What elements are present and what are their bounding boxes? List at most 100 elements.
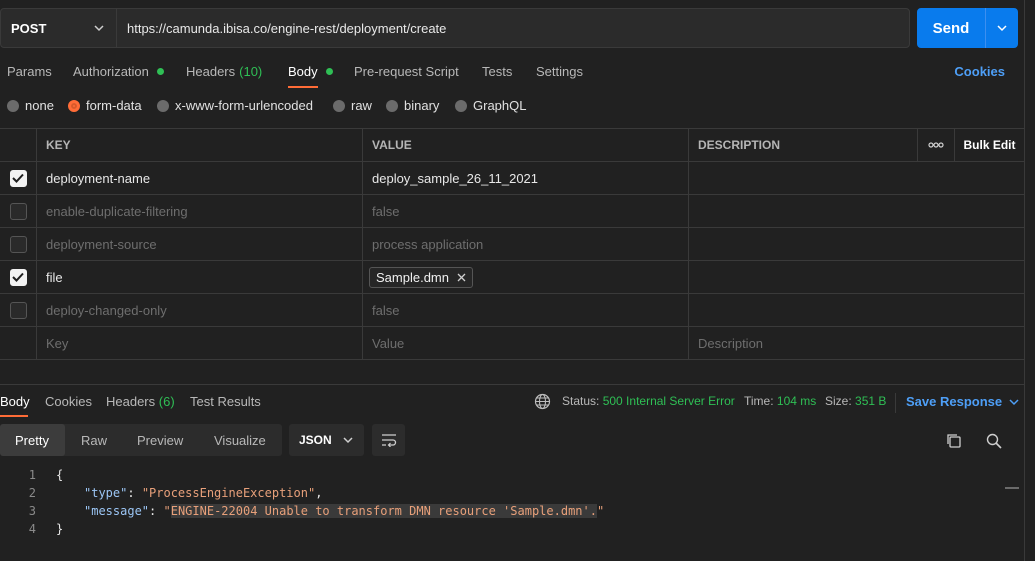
view-raw-button[interactable]: Raw xyxy=(81,424,107,456)
tab-tests[interactable]: Tests xyxy=(482,64,512,79)
tab-label: Pre-request Script xyxy=(354,64,459,79)
chevron-down-icon xyxy=(1009,398,1019,405)
column-header-description: DESCRIPTION xyxy=(688,129,917,161)
url-input[interactable]: https://camunda.ibisa.co/engine-rest/dep… xyxy=(117,21,446,36)
description-cell[interactable] xyxy=(688,294,1024,326)
panel-edge xyxy=(1024,0,1025,561)
key-placeholder[interactable]: Key xyxy=(36,327,362,359)
method-select[interactable]: POST xyxy=(1,9,117,47)
tab-body[interactable]: Body xyxy=(288,64,333,79)
scrollbar-marker[interactable] xyxy=(1005,487,1019,489)
tab-response-cookies[interactable]: Cookies xyxy=(45,394,92,409)
send-options-button[interactable] xyxy=(985,8,1018,48)
table-header-row: KEY VALUE DESCRIPTION Bulk Edit xyxy=(0,129,1024,162)
row-checkbox[interactable] xyxy=(9,202,27,220)
radio-binary[interactable]: binary xyxy=(386,98,439,113)
radio-none[interactable]: none xyxy=(7,98,54,113)
cookies-link[interactable]: Cookies xyxy=(954,64,1005,79)
code-text: { xyxy=(56,468,64,482)
description-cell[interactable] xyxy=(688,228,1024,260)
row-checkbox[interactable] xyxy=(9,301,27,319)
radio-raw[interactable]: raw xyxy=(333,98,372,113)
value-cell[interactable]: deploy_sample_26_11_2021 xyxy=(362,162,688,194)
radio-form-data[interactable]: form-data xyxy=(68,98,142,113)
code-line: 2 "type": "ProcessEngineException", xyxy=(0,484,1024,502)
tab-authorization[interactable]: Authorization xyxy=(73,64,164,79)
column-header-key: KEY xyxy=(36,129,362,161)
description-placeholder[interactable]: Description xyxy=(688,327,1024,359)
table-row: deployment-name deploy_sample_26_11_2021 xyxy=(0,162,1024,195)
format-select[interactable]: JSON xyxy=(289,424,364,456)
row-checkbox[interactable] xyxy=(9,235,27,253)
file-chip: Sample.dmn xyxy=(369,266,473,288)
time-value[interactable]: 104 ms xyxy=(777,394,816,408)
value-cell: Sample.dmn xyxy=(362,261,688,293)
radio-icon xyxy=(455,99,467,112)
key-cell[interactable]: file xyxy=(36,261,362,293)
column-header-value: VALUE xyxy=(362,129,688,161)
code-text: "message": "ENGINE-22004 Unable to trans… xyxy=(84,504,605,518)
view-preview-button[interactable]: Preview xyxy=(137,424,183,456)
method-label: POST xyxy=(11,20,47,36)
row-checkbox[interactable] xyxy=(9,169,27,187)
key-cell[interactable]: deploy-changed-only xyxy=(36,294,362,326)
tab-label: Headers xyxy=(186,64,236,79)
tab-settings[interactable]: Settings xyxy=(536,64,583,79)
save-response-button[interactable]: Save Response xyxy=(906,394,1020,409)
divider xyxy=(895,393,896,413)
line-number: 2 xyxy=(28,486,36,500)
bulk-edit-button[interactable]: Bulk Edit xyxy=(954,129,1024,161)
size-value[interactable]: 351 B xyxy=(855,394,886,408)
key-cell[interactable]: deployment-name xyxy=(36,162,362,194)
description-cell[interactable] xyxy=(688,162,1024,194)
save-response-label: Save Response xyxy=(906,394,1003,409)
description-cell[interactable] xyxy=(688,195,1024,227)
view-visualize-button[interactable]: Visualize xyxy=(214,424,266,456)
value-cell[interactable]: false xyxy=(362,195,688,227)
response-view-bar: Pretty Raw Preview Visualize JSON xyxy=(0,424,1024,456)
copy-icon[interactable] xyxy=(945,432,963,450)
line-number: 1 xyxy=(28,468,36,482)
table-row: file Sample.dmn xyxy=(0,261,1024,294)
send-label: Send xyxy=(932,19,970,37)
tab-params[interactable]: Params xyxy=(7,64,52,79)
table-row: deploy-changed-only false xyxy=(0,294,1024,327)
wrap-lines-button[interactable] xyxy=(372,424,405,456)
status-dot xyxy=(325,68,333,75)
chevron-down-icon xyxy=(343,437,353,444)
radio-label: none xyxy=(25,98,54,113)
radio-graphql[interactable]: GraphQL xyxy=(455,98,526,113)
radio-icon xyxy=(386,99,398,112)
file-name: Sample.dmn xyxy=(376,269,449,285)
format-label: JSON xyxy=(299,433,332,447)
table-row: deployment-source process application xyxy=(0,228,1024,261)
more-options-icon[interactable] xyxy=(917,129,954,161)
view-pretty-button[interactable]: Pretty xyxy=(0,424,65,456)
line-number: 3 xyxy=(28,504,36,518)
tab-headers[interactable]: Headers (10) xyxy=(186,64,262,79)
send-button[interactable]: Send xyxy=(917,8,1018,48)
status-dot xyxy=(156,68,164,75)
tab-response-headers[interactable]: Headers (6) xyxy=(106,394,175,409)
value-placeholder[interactable]: Value xyxy=(362,327,688,359)
row-checkbox[interactable] xyxy=(9,268,27,286)
key-cell[interactable]: deployment-source xyxy=(36,228,362,260)
key-cell[interactable]: enable-duplicate-filtering xyxy=(36,195,362,227)
tab-test-results[interactable]: Test Results xyxy=(190,394,261,409)
line-number: 4 xyxy=(28,522,36,536)
radio-icon xyxy=(157,99,169,112)
tab-prerequest-script[interactable]: Pre-request Script xyxy=(354,64,459,79)
radio-label: binary xyxy=(404,98,440,113)
radio-selected-icon xyxy=(68,99,80,112)
response-code-view[interactable]: 1 { 2 "type": "ProcessEngineException", … xyxy=(0,466,1024,538)
description-cell[interactable] xyxy=(688,261,1024,293)
value-cell[interactable]: false xyxy=(362,294,688,326)
status-value[interactable]: 500 Internal Server Error xyxy=(603,394,735,408)
search-icon[interactable] xyxy=(985,432,1003,450)
globe-icon[interactable] xyxy=(534,393,551,410)
value-cell[interactable]: process application xyxy=(362,228,688,260)
tab-response-body[interactable]: Body xyxy=(0,394,30,409)
close-icon[interactable] xyxy=(457,273,466,282)
radio-x-www-form-urlencoded[interactable]: x-www-form-urlencoded xyxy=(157,98,313,113)
tab-label: Settings xyxy=(536,64,583,79)
